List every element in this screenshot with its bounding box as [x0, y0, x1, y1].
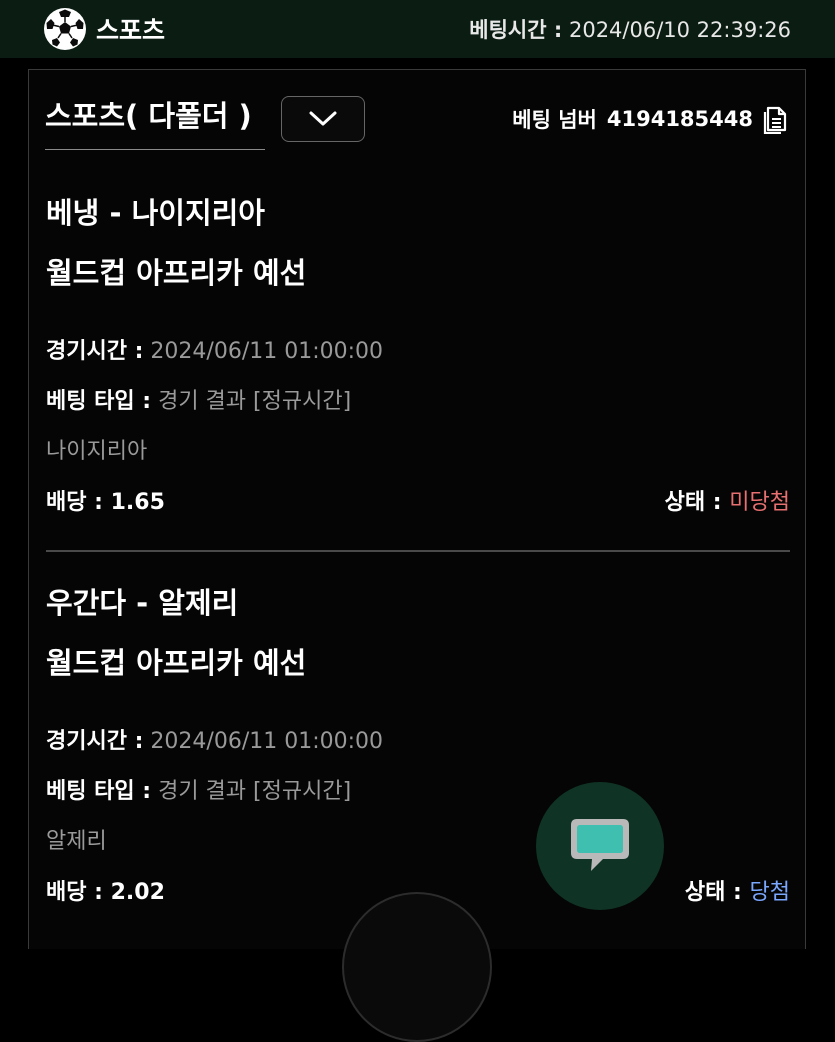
brand-label: 스포츠	[96, 16, 166, 45]
bet-item: 우간다 - 알제리 월드컵 아프리카 예선 경기시간 : 2024/06/11 …	[46, 580, 790, 920]
odds-value: 2.02	[110, 880, 165, 905]
brand[interactable]: 스포츠	[44, 8, 165, 50]
game-time-label: 경기시간 :	[46, 339, 144, 364]
game-time-row: 경기시간 : 2024/06/11 01:00:00	[46, 333, 383, 365]
dropdown-toggle-button[interactable]	[281, 96, 365, 142]
odds-label: 배당 :	[46, 490, 103, 515]
bet-time-label: 베팅시간 :	[469, 18, 563, 42]
game-time-value: 2024/06/11 01:00:00	[150, 339, 384, 364]
soccer-ball-icon	[44, 8, 86, 50]
status-label: 상태 :	[684, 880, 742, 905]
game-time-label: 경기시간 :	[46, 729, 144, 754]
odds-value: 1.65	[110, 490, 165, 515]
bet-item: 베냉 - 나이지리아 월드컵 아프리카 예선 경기시간 : 2024/06/11…	[46, 190, 790, 530]
top-bar: 스포츠 베팅시간 : 2024/06/10 22:39:26	[0, 0, 835, 58]
bet-league: 월드컵 아프리카 예선	[46, 646, 307, 680]
bet-pick: 나이지리아	[46, 439, 148, 464]
bet-number-value: 4194185448	[606, 107, 753, 131]
bet-match: 베냉 - 나이지리아	[46, 196, 265, 230]
status-badge: 미당첨	[729, 490, 790, 515]
chat-button[interactable]	[536, 782, 664, 910]
status-row: 상태 : 미당첨	[665, 484, 790, 516]
odds-row: 배당 : 1.65	[46, 484, 165, 516]
status-label: 상태 :	[664, 490, 722, 515]
bet-match: 우간다 - 알제리	[46, 586, 239, 620]
bet-type-label: 베팅 타입 :	[46, 779, 152, 804]
bet-type-row: 베팅 타입 : 경기 결과 [정규시간]	[46, 773, 351, 805]
chevron-down-icon	[309, 111, 337, 126]
copy-document-icon[interactable]	[763, 104, 789, 134]
bet-league: 월드컵 아프리카 예선	[46, 256, 307, 290]
bet-time: 베팅시간 : 2024/06/10 22:39:26	[469, 14, 791, 44]
bet-type-value: 경기 결과 [정규시간]	[158, 389, 352, 414]
odds-label: 배당 :	[46, 880, 103, 905]
bet-type-row: 베팅 타입 : 경기 결과 [정규시간]	[46, 383, 351, 415]
panel-title: 스포츠( 다폴더 )	[45, 96, 265, 150]
status-badge: 당첨	[749, 880, 790, 905]
bet-number: 베팅 넘버 4194185448	[512, 102, 789, 136]
panel-header: 스포츠( 다폴더 ) 베팅 넘버 4194185448	[45, 96, 789, 150]
bet-number-label: 베팅 넘버	[512, 108, 597, 132]
bet-time-value: 2024/06/10 22:39:26	[568, 18, 791, 42]
odds-row: 배당 : 2.02	[46, 874, 165, 906]
status-row: 상태 : 당첨	[685, 874, 790, 906]
bet-type-value: 경기 결과 [정규시간]	[158, 779, 352, 804]
bet-pick: 알제리	[46, 829, 107, 854]
game-time-row: 경기시간 : 2024/06/11 01:00:00	[46, 723, 383, 755]
game-time-value: 2024/06/11 01:00:00	[150, 729, 384, 754]
bottom-floating-button[interactable]	[342, 892, 492, 1042]
bet-type-label: 베팅 타입 :	[46, 389, 152, 414]
chat-bubble-icon	[571, 819, 629, 871]
bet-divider	[46, 550, 790, 552]
